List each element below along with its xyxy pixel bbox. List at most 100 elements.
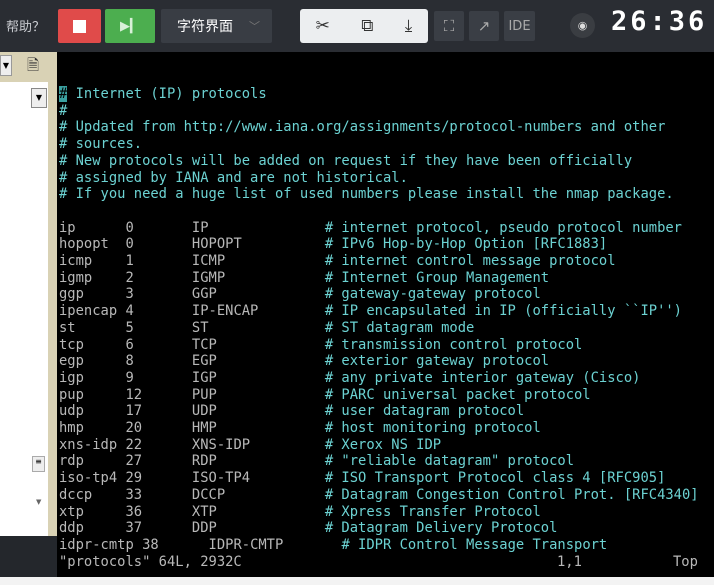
comment: # exterior gateway protocol (324, 353, 550, 370)
comment-line: # New protocols will be added on request… (59, 152, 633, 169)
comment: # Internet Group Management (324, 269, 550, 286)
table-row: tcp 6 TCP # transmission control protoco… (59, 337, 714, 354)
scroll-down-icon[interactable]: ▼ (36, 498, 41, 506)
alias: ICMP (191, 253, 325, 270)
alias: DDP (191, 520, 325, 537)
number: 22 (125, 436, 192, 453)
comment: # host monitoring protocol (324, 420, 541, 437)
eye-icon[interactable]: ◉ (570, 13, 595, 38)
table-row: ggp 3 GGP # gateway-gateway protocol (59, 286, 714, 303)
screen-share-icon[interactable]: ⧉ (361, 16, 373, 36)
number: 0 (125, 236, 192, 253)
download-icon[interactable]: ⤓ (405, 16, 413, 36)
scrollbar-thumb[interactable]: ≡ (32, 456, 45, 472)
table-row: igp 9 IGP # any private interior gateway… (59, 370, 714, 387)
alias: IGP (191, 369, 325, 386)
timer: 26:36 (611, 6, 708, 37)
ide-button[interactable]: IDE (504, 11, 535, 41)
table-row: hmp 20 HMP # host monitoring protocol (59, 420, 714, 437)
number: 3 (125, 286, 192, 303)
number: 38 (142, 536, 209, 553)
number: 37 (125, 520, 192, 537)
table-row: udp 17 UDP # user datagram protocol (59, 403, 714, 420)
number: 27 (125, 453, 192, 470)
name: egp (59, 353, 126, 370)
name: xtp (59, 503, 126, 520)
alias: ISO-TP4 (191, 470, 325, 487)
number: 33 (125, 486, 192, 503)
table-row: st 5 ST # ST datagram mode (59, 320, 714, 337)
alias: HOPOPT (191, 236, 325, 253)
stop-button[interactable] (58, 9, 101, 43)
bottom-bar (0, 577, 714, 585)
table-row: pup 12 PUP # PARC universal packet proto… (59, 387, 714, 404)
name: ipencap (59, 303, 126, 320)
number: 1 (125, 253, 192, 270)
alias: XNS-IDP (191, 436, 325, 453)
comment: # ISO Transport Protocol class 4 [RFC905… (324, 470, 666, 487)
top-toolbar: 帮助？ ▶▎ 字符界面 ﹀ ✂ ⧉ ⤓ ⛶ ↗ IDE ◉ 26:36 (0, 0, 714, 52)
mode-select[interactable]: 字符界面 ﹀ (161, 9, 272, 43)
name: hopopt (59, 236, 126, 253)
name: igmp (59, 269, 126, 286)
table-row: egp 8 EGP # exterior gateway protocol (59, 353, 714, 370)
comment: # IP encapsulated in IP (officially ``IP… (324, 303, 682, 320)
table-row: dccp 33 DCCP # Datagram Congestion Contr… (59, 487, 714, 504)
terminal[interactable]: # Internet (IP) protocols # # Updated from… (57, 52, 714, 577)
alias: GGP (191, 286, 325, 303)
name: icmp (59, 253, 126, 270)
status-position: 1,1 (557, 553, 582, 570)
comment: # transmission control protocol (324, 336, 583, 353)
name: ggp (59, 286, 126, 303)
alias: UDP (191, 403, 325, 420)
alias: IP-ENCAP (191, 303, 325, 320)
name: tcp (59, 336, 126, 353)
name: iso-tp4 (59, 470, 126, 487)
number: 6 (125, 336, 192, 353)
name: udp (59, 403, 126, 420)
alias: IGMP (191, 269, 325, 286)
external-link-icon[interactable]: ↗ (469, 11, 499, 41)
mode-label: 字符界面 (177, 19, 233, 35)
table-row: ip 0 IP # internet protocol, pseudo prot… (59, 220, 714, 237)
step-button[interactable]: ▶▎ (105, 9, 155, 43)
cut-icon[interactable]: ✂ (316, 16, 330, 36)
comment: # any private interior gateway (Cisco) (324, 369, 641, 386)
name: rdp (59, 453, 126, 470)
left-panel: ▼ 🗎 ▼ ≡ ▼ (0, 52, 57, 536)
alias: XTP (191, 503, 325, 520)
name: dccp (59, 486, 126, 503)
dropdown-arrow-icon[interactable]: ▼ (0, 55, 12, 76)
chevron-down-icon: ﹀ (249, 20, 260, 33)
fullscreen-icon[interactable]: ⛶ (434, 11, 464, 41)
table-row: xtp 36 XTP # Xpress Transfer Protocol (59, 504, 714, 521)
name: pup (59, 386, 126, 403)
comment: # PARC universal packet protocol (324, 386, 591, 403)
comment-line: # If you need a huge list of used number… (59, 186, 674, 203)
table-row: rdp 27 RDP # "reliable datagram" protoco… (59, 453, 714, 470)
help-link[interactable]: 帮助？ (6, 16, 45, 35)
alias: RDP (191, 453, 325, 470)
table-row: hopopt 0 HOPOPT # IPv6 Hop-by-Hop Option… (59, 236, 714, 253)
comment-line: # Updated from http://www.iana.org/assig… (59, 119, 666, 136)
dropdown-arrow-icon[interactable]: ▼ (31, 88, 47, 108)
comment: # "reliable datagram" protocol (324, 453, 575, 470)
number: 17 (125, 403, 192, 420)
document-icon[interactable]: 🗎 (27, 55, 39, 80)
alias: EGP (191, 353, 325, 370)
name: ddp (59, 520, 126, 537)
comment-line: # assigned by IANA and are not historica… (59, 169, 408, 186)
comment: # Datagram Delivery Protocol (324, 520, 558, 537)
comment: # IPv6 Hop-by-Hop Option [RFC1883] (324, 236, 608, 253)
comment-line: # sources. (59, 136, 143, 153)
alias: IP (191, 219, 325, 236)
comment: # Xpress Transfer Protocol (324, 503, 541, 520)
table-row: xns-idp 22 XNS-IDP # Xerox NS IDP (59, 437, 714, 454)
number: 2 (125, 269, 192, 286)
comment: # ST datagram mode (324, 319, 475, 336)
comment: # IDPR Control Message Transport (341, 536, 608, 553)
table-row: ipencap 4 IP-ENCAP # IP encapsulated in … (59, 303, 714, 320)
name: st (59, 319, 126, 336)
status-scroll: Top (673, 553, 698, 570)
